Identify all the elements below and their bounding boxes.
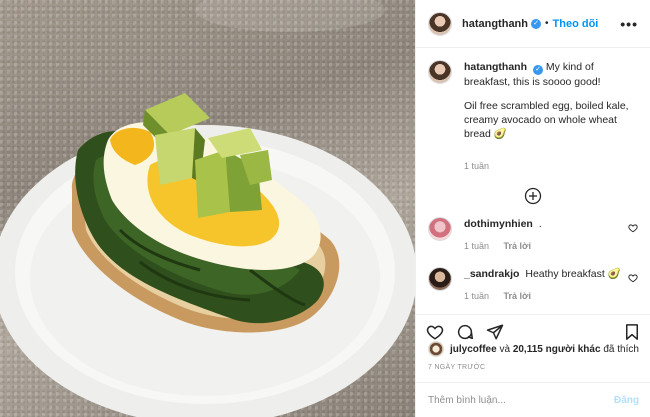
- comment-text: .: [538, 218, 542, 230]
- likes-summary: julycoffee và 20,115 người khác đã thích: [428, 341, 639, 357]
- comment-input[interactable]: [428, 394, 614, 406]
- comment-time[interactable]: 1 tuần: [464, 291, 489, 301]
- post-date[interactable]: 7 NGÀY TRƯỚC: [428, 364, 485, 371]
- bookmark-icon[interactable]: [623, 323, 641, 341]
- comments-list[interactable]: hatangthanh ✓ My kind of breakfast, this …: [416, 48, 650, 304]
- reply-button[interactable]: Trả lời: [504, 241, 531, 251]
- plus-circle-icon[interactable]: [524, 187, 542, 205]
- post-header: hatangthanh ✓ • Theo dõi •••: [416, 0, 650, 48]
- caption-text-details: Oil free scrambled egg, boiled kale, cre…: [464, 100, 629, 140]
- post-comment-button[interactable]: Đăng: [614, 395, 639, 406]
- likes-connector: và: [499, 343, 511, 355]
- post-sidebar: hatangthanh ✓ • Theo dõi ••• hatangthanh…: [415, 0, 650, 417]
- more-options-icon[interactable]: •••: [620, 16, 638, 32]
- liker-avatar[interactable]: [428, 341, 444, 357]
- likes-suffix: đã thích: [603, 343, 639, 355]
- caption: hatangthanh ✓ My kind of breakfast, this …: [428, 60, 638, 173]
- commenter-username[interactable]: _sandrakjo: [464, 268, 519, 280]
- share-icon[interactable]: [486, 323, 504, 341]
- comment-item: _sandrakjo Heathy breakfast 🥑 1 tuần Trả…: [428, 267, 638, 303]
- add-comment-bar: Đăng: [416, 382, 650, 417]
- comment-text: Heathy breakfast 🥑: [525, 268, 621, 280]
- header-separator: •: [545, 18, 549, 29]
- post-actions: [416, 314, 650, 342]
- commenter-avatar[interactable]: [428, 267, 452, 291]
- post-photo[interactable]: [0, 0, 415, 417]
- like-heart-icon[interactable]: [426, 323, 444, 341]
- comment-time[interactable]: 1 tuần: [464, 241, 489, 251]
- heart-icon[interactable]: [628, 223, 638, 233]
- breakfast-photo-illustration: [0, 0, 415, 417]
- comment-icon[interactable]: [456, 323, 474, 341]
- author-avatar[interactable]: [428, 11, 452, 36]
- follow-button[interactable]: Theo dõi: [553, 18, 599, 30]
- verified-badge-icon: ✓: [531, 18, 541, 29]
- caption-author-avatar[interactable]: [428, 60, 452, 84]
- reply-button[interactable]: Trả lời: [504, 291, 531, 301]
- verified-badge-icon: ✓: [533, 65, 543, 75]
- commenter-avatar[interactable]: [428, 217, 452, 241]
- liker-username[interactable]: julycoffee: [450, 344, 497, 355]
- load-more-comments[interactable]: [428, 187, 638, 205]
- author-username[interactable]: hatangthanh: [462, 18, 528, 30]
- caption-time[interactable]: 1 tuần: [464, 161, 489, 171]
- heart-icon[interactable]: [628, 273, 638, 283]
- likes-count[interactable]: 20,115 người khác: [513, 344, 601, 355]
- caption-username[interactable]: hatangthanh: [464, 61, 527, 73]
- comment-item: dothimynhien . 1 tuần Trả lời: [428, 217, 638, 253]
- commenter-username[interactable]: dothimynhien: [464, 218, 533, 230]
